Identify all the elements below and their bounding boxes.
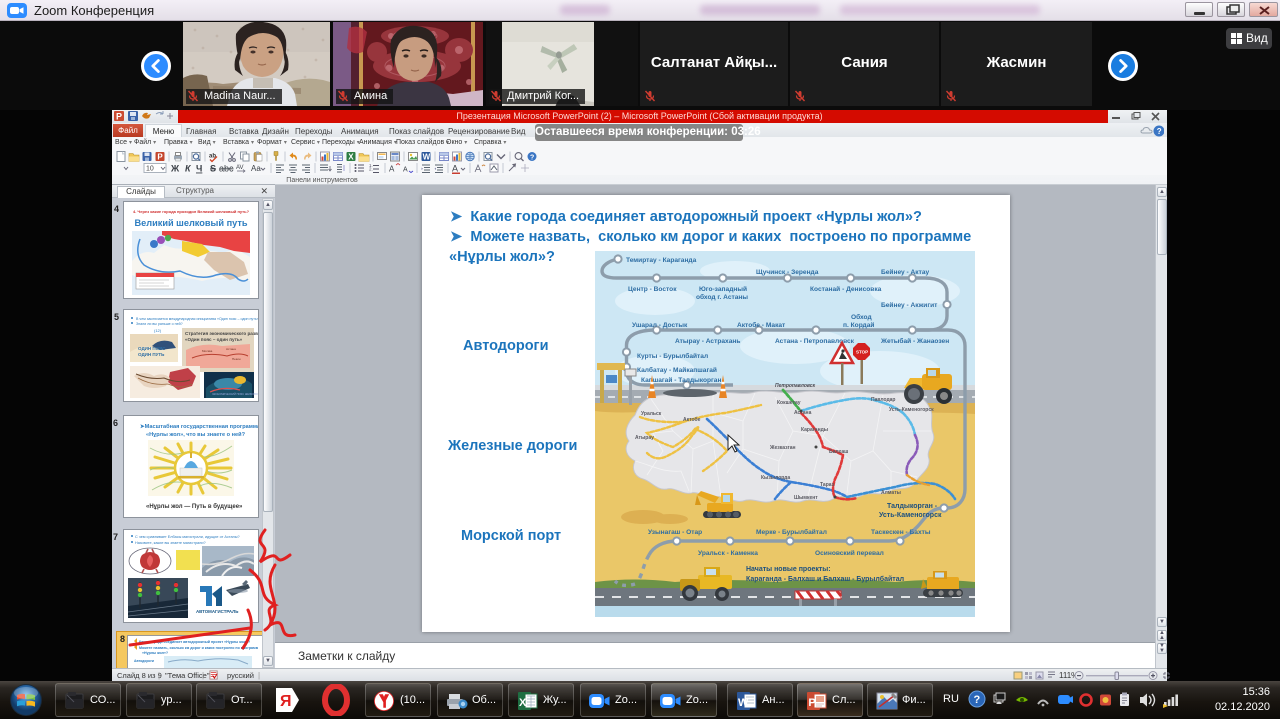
svg-text:ОДИН ПОЯС: ОДИН ПОЯС bbox=[138, 346, 166, 351]
svg-text:Жетыбай - Жанаозен: Жетыбай - Жанаозен bbox=[880, 337, 949, 345]
svg-text:Караганды: Караганды bbox=[801, 427, 828, 433]
svg-text:Бейнеу - Акжигит: Бейнеу - Акжигит bbox=[881, 301, 938, 309]
svg-text:Тараз: Тараз bbox=[820, 482, 835, 488]
svg-text:Актобе: Актобе bbox=[683, 416, 701, 423]
svg-text:Астана: Астана bbox=[794, 410, 812, 416]
svg-text:Балхаш: Балхаш bbox=[829, 449, 848, 455]
svg-text:Петропавловск: Петропавловск bbox=[775, 383, 816, 389]
svg-text:«Нұрлы жол», что вы знаете о н: «Нұрлы жол», что вы знаете о ней? bbox=[146, 431, 246, 438]
svg-text:Я: Я bbox=[280, 693, 292, 710]
svg-text:A: A bbox=[403, 167, 408, 174]
svg-text:2.: 2. bbox=[369, 167, 373, 172]
svg-text:X: X bbox=[519, 697, 527, 709]
svg-text:Алматы: Алматы bbox=[881, 490, 901, 496]
svg-text:Щучинск - Зеренда: Щучинск - Зеренда bbox=[756, 269, 819, 276]
svg-text:AV: AV bbox=[236, 165, 244, 171]
svg-text:Кызылорда: Кызылорда bbox=[761, 475, 790, 481]
svg-text:Астана: Астана bbox=[226, 347, 236, 351]
svg-text:(12): (12) bbox=[154, 328, 162, 333]
svg-text:Калбатау - Майкапшагай: Калбатау - Майкапшагай bbox=[637, 366, 717, 374]
svg-text:ЭКОНОМИЧЕСКИЙ ПОЯС ШЕЛКОВОГО П: ЭКОНОМИЧЕСКИЙ ПОЯС ШЕЛКОВОГО ПУТИ bbox=[212, 392, 258, 396]
svg-text:А: А bbox=[452, 164, 458, 174]
svg-text:Aa: Aa bbox=[251, 164, 261, 173]
svg-text:Усть-Каменогорск: Усть-Каменогорск bbox=[879, 512, 942, 519]
svg-text:ОДИН ПУТЬ: ОДИН ПУТЬ bbox=[138, 352, 165, 357]
svg-text:Актобе - Макат: Актобе - Макат bbox=[737, 321, 786, 329]
svg-text:Уральск - Каменка: Уральск - Каменка bbox=[698, 550, 758, 557]
svg-text:?: ? bbox=[530, 154, 534, 161]
svg-text:Обход: Обход bbox=[851, 313, 872, 321]
svg-text:Караганда - Балхаш и Балхаш -: Караганда - Балхаш и Балхаш - Бурылбайта… bbox=[746, 575, 904, 583]
svg-text:Атырау: Атырау bbox=[635, 435, 654, 441]
svg-text:п. Кордай: п. Кордай bbox=[843, 321, 874, 329]
svg-text:S: S bbox=[210, 164, 216, 174]
svg-text:обход г. Астаны: обход г. Астаны bbox=[696, 293, 748, 301]
svg-text:?: ? bbox=[1157, 127, 1162, 136]
svg-text:«Один пояс – один путь»: «Один пояс – один путь» bbox=[185, 337, 243, 342]
svg-text:Стратегия экономического разви: Стратегия экономического развития bbox=[185, 331, 258, 336]
svg-text:?: ? bbox=[974, 694, 981, 706]
svg-text:Ж: Ж bbox=[170, 164, 180, 174]
svg-text:W: W bbox=[423, 153, 431, 162]
svg-text:Темиртау - Караганда: Темиртау - Караганда bbox=[626, 257, 697, 264]
svg-text:A: A bbox=[389, 165, 395, 174]
svg-text:W: W bbox=[738, 697, 749, 709]
svg-text:Ч: Ч bbox=[196, 164, 202, 174]
svg-text:Курты - Бурылбайтал: Курты - Бурылбайтал bbox=[637, 352, 708, 360]
svg-text:10: 10 bbox=[146, 166, 154, 173]
svg-text:Таскескен - Бахты: Таскескен - Бахты bbox=[871, 529, 931, 536]
svg-text:Начаты новые проекты:: Начаты новые проекты: bbox=[746, 566, 831, 573]
svg-text:Юго-западный: Юго-западный bbox=[699, 285, 747, 293]
svg-text:STOP: STOP bbox=[856, 350, 868, 355]
svg-text:Бейнеу - Актау: Бейнеу - Актау bbox=[881, 268, 930, 276]
svg-text:Уральск: Уральск bbox=[641, 411, 662, 417]
svg-text:К: К bbox=[185, 164, 192, 174]
svg-text:abc: abc bbox=[219, 164, 234, 174]
svg-text:Знали ли вы раньше о ней?: Знали ли вы раньше о ней? bbox=[136, 322, 183, 326]
svg-text:Осиновский перевал: Осиновский перевал bbox=[815, 549, 884, 557]
svg-text:Талдыкорган -: Талдыкорган - bbox=[887, 503, 938, 510]
svg-text:P: P bbox=[157, 153, 163, 162]
svg-text:Узынагаш - Отар: Узынагаш - Отар bbox=[648, 529, 702, 536]
svg-text:4. Через какие города проходил: 4. Через какие города проходил Великий ш… bbox=[133, 209, 250, 214]
svg-text:Москва: Москва bbox=[202, 349, 213, 353]
svg-text:P: P bbox=[116, 112, 122, 122]
svg-text:Мерке - Бурылбайтал: Мерке - Бурылбайтал bbox=[756, 528, 827, 536]
svg-text:Усть-Каменогорск: Усть-Каменогорск bbox=[889, 407, 934, 413]
svg-text:Атырау - Астрахань: Атырау - Астрахань bbox=[675, 338, 740, 345]
svg-text:В чем заключается международна: В чем заключается международная инициати… bbox=[136, 317, 258, 321]
svg-text:Павлодар: Павлодар bbox=[871, 397, 896, 403]
svg-text:Кокшетау: Кокшетау bbox=[777, 400, 801, 406]
svg-text:Центр - Восток: Центр - Восток bbox=[628, 286, 677, 293]
svg-text:➤Масштабная государственная пр: ➤Масштабная государственная программа bbox=[140, 423, 258, 430]
svg-text:Пекин: Пекин bbox=[232, 357, 241, 361]
svg-text:Шымкент: Шымкент bbox=[794, 495, 818, 501]
svg-text:Жезказган: Жезказган bbox=[769, 445, 796, 451]
svg-text:Ушарал - Достык: Ушарал - Достык bbox=[632, 322, 688, 329]
svg-text:X: X bbox=[348, 153, 354, 162]
svg-text:P: P bbox=[808, 697, 815, 709]
svg-text:Костанай - Денисовка: Костанай - Денисовка bbox=[810, 285, 882, 293]
svg-text:Великий шелковый путь: Великий шелковый путь bbox=[135, 218, 248, 228]
